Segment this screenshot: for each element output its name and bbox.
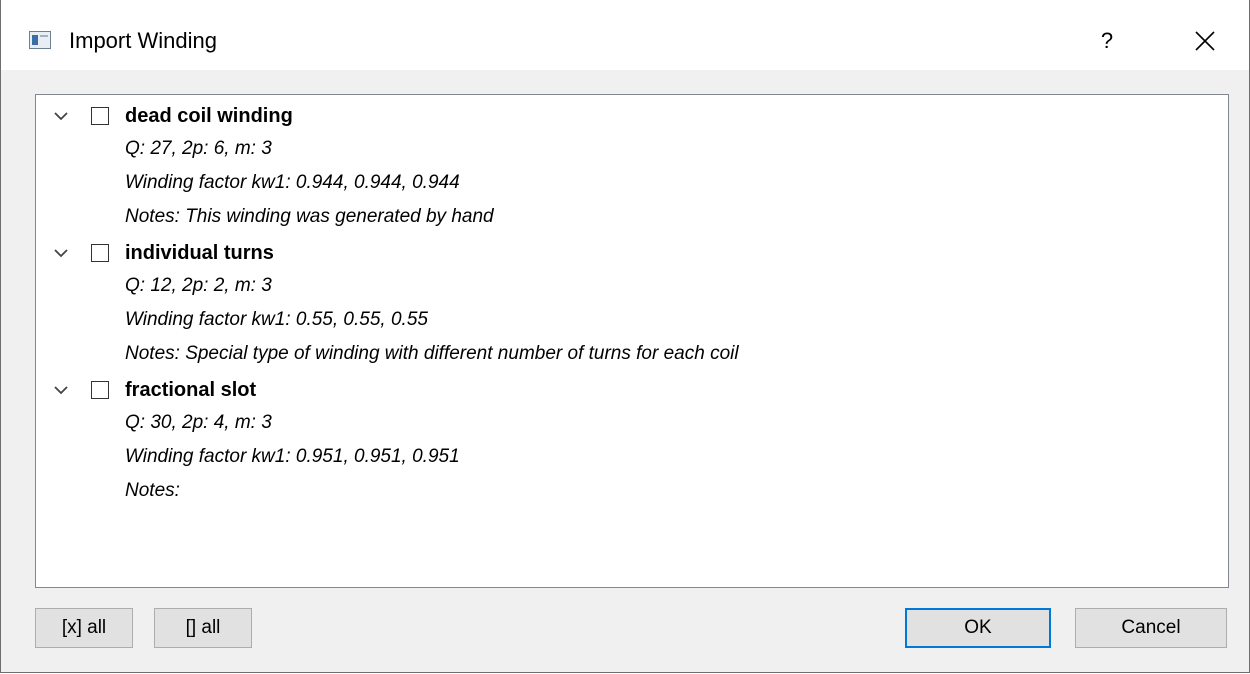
item-detail-winding-factor: Winding factor kw1: 0.944, 0.944, 0.944 (125, 172, 460, 193)
chevron-down-icon[interactable] (52, 246, 70, 260)
item-title: individual turns (125, 242, 274, 264)
app-icon (29, 31, 51, 49)
chevron-down-icon[interactable] (52, 109, 70, 123)
item-detail-notes: Notes: This winding was generated by han… (125, 206, 494, 227)
import-winding-dialog: Import Winding ? dead coil winding Q: 27… (0, 0, 1250, 673)
item-detail-winding-factor: Winding factor kw1: 0.55, 0.55, 0.55 (125, 309, 428, 330)
winding-tree[interactable]: dead coil winding Q: 27, 2p: 6, m: 3 Win… (35, 94, 1229, 588)
ok-button[interactable]: OK (905, 608, 1051, 648)
close-button[interactable] (1181, 22, 1229, 60)
chevron-down-icon[interactable] (52, 383, 70, 397)
item-detail-q: Q: 27, 2p: 6, m: 3 (125, 138, 272, 159)
close-icon (1195, 31, 1215, 51)
window-title: Import Winding (69, 28, 217, 53)
cancel-button[interactable]: Cancel (1075, 608, 1227, 648)
item-detail-winding-factor: Winding factor kw1: 0.951, 0.951, 0.951 (125, 446, 460, 467)
item-title: fractional slot (125, 379, 257, 401)
help-button[interactable]: ? (1083, 22, 1131, 60)
check-all-button[interactable]: [x] all (35, 608, 133, 648)
uncheck-all-button[interactable]: [] all (154, 608, 252, 648)
item-checkbox[interactable] (91, 244, 109, 262)
item-checkbox[interactable] (91, 381, 109, 399)
item-detail-notes: Notes: (125, 480, 180, 501)
item-title: dead coil winding (125, 105, 293, 127)
item-detail-q: Q: 30, 2p: 4, m: 3 (125, 412, 272, 433)
item-detail-q: Q: 12, 2p: 2, m: 3 (125, 275, 272, 296)
item-detail-notes: Notes: Special type of winding with diff… (125, 343, 739, 364)
item-checkbox[interactable] (91, 107, 109, 125)
title-bar[interactable]: Import Winding ? (1, 0, 1249, 70)
